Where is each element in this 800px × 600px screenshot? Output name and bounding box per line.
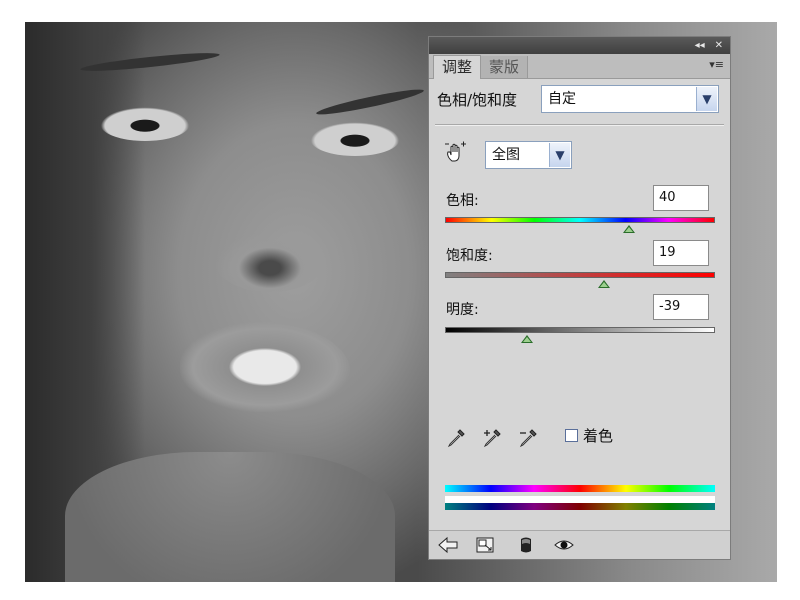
visibility-eye-icon[interactable]: [553, 535, 575, 555]
panel-titlebar: ◂◂ ✕: [429, 37, 730, 54]
panel-menu-icon[interactable]: ▾≡: [709, 58, 724, 71]
hue-value-field[interactable]: 40: [653, 185, 709, 211]
tab-masks[interactable]: 蒙版: [481, 56, 529, 78]
channel-select-value: 全图: [492, 147, 520, 163]
preset-select[interactable]: 自定 ▼: [541, 85, 719, 113]
saturation-slider-track[interactable]: [445, 272, 715, 278]
output-color-spectrum: [445, 503, 715, 510]
panel-bottom-toolbar: [429, 530, 730, 559]
lightness-slider-thumb[interactable]: [521, 335, 534, 343]
colorize-checkbox[interactable]: [565, 429, 578, 442]
clip-layer-icon[interactable]: [515, 535, 537, 555]
hue-slider-track[interactable]: [445, 217, 715, 223]
input-color-spectrum: [445, 485, 715, 492]
divider: [435, 124, 724, 126]
tab-adjustments[interactable]: 调整: [433, 55, 482, 79]
collapse-icon[interactable]: ◂◂: [692, 37, 708, 54]
back-arrow-icon[interactable]: [437, 535, 459, 555]
saturation-label: 饱和度:: [446, 248, 493, 264]
lightness-label: 明度:: [446, 302, 479, 318]
preset-select-value: 自定: [548, 91, 576, 107]
adjustment-type-label: 色相/饱和度: [437, 91, 518, 109]
eyedropper-minus-icon[interactable]: [517, 427, 539, 449]
saturation-slider-thumb[interactable]: [598, 280, 611, 288]
left-eye: [100, 107, 190, 141]
right-eye: [310, 122, 400, 156]
adjustments-panel: ◂◂ ✕ 调整 蒙版 ▾≡ 色相/饱和度 自定 ▼ 全图 ▼ 色相: 40 饱和…: [428, 36, 731, 560]
colorize-label: 着色: [583, 427, 614, 445]
lips: [180, 322, 350, 412]
hue-label: 色相:: [446, 193, 479, 209]
expand-view-icon[interactable]: [475, 535, 497, 555]
lightness-slider-track[interactable]: [445, 327, 715, 333]
lightness-value-field[interactable]: -39: [653, 294, 709, 320]
eyedropper-icon[interactable]: [445, 427, 467, 449]
close-icon[interactable]: ✕: [712, 37, 726, 54]
nose: [215, 232, 325, 292]
eyedropper-plus-icon[interactable]: [481, 427, 503, 449]
chevron-down-icon: ▼: [696, 87, 717, 111]
saturation-value-field[interactable]: 19: [653, 240, 709, 266]
chevron-down-icon: ▼: [549, 143, 570, 167]
channel-select[interactable]: 全图 ▼: [485, 141, 572, 169]
targeted-adjustment-hand-icon[interactable]: [443, 141, 469, 165]
neck-shading: [65, 452, 395, 582]
panel-tabbar: 调整 蒙版 ▾≡: [429, 54, 730, 79]
right-eyebrow: [315, 85, 425, 119]
hue-slider-thumb[interactable]: [622, 225, 635, 233]
